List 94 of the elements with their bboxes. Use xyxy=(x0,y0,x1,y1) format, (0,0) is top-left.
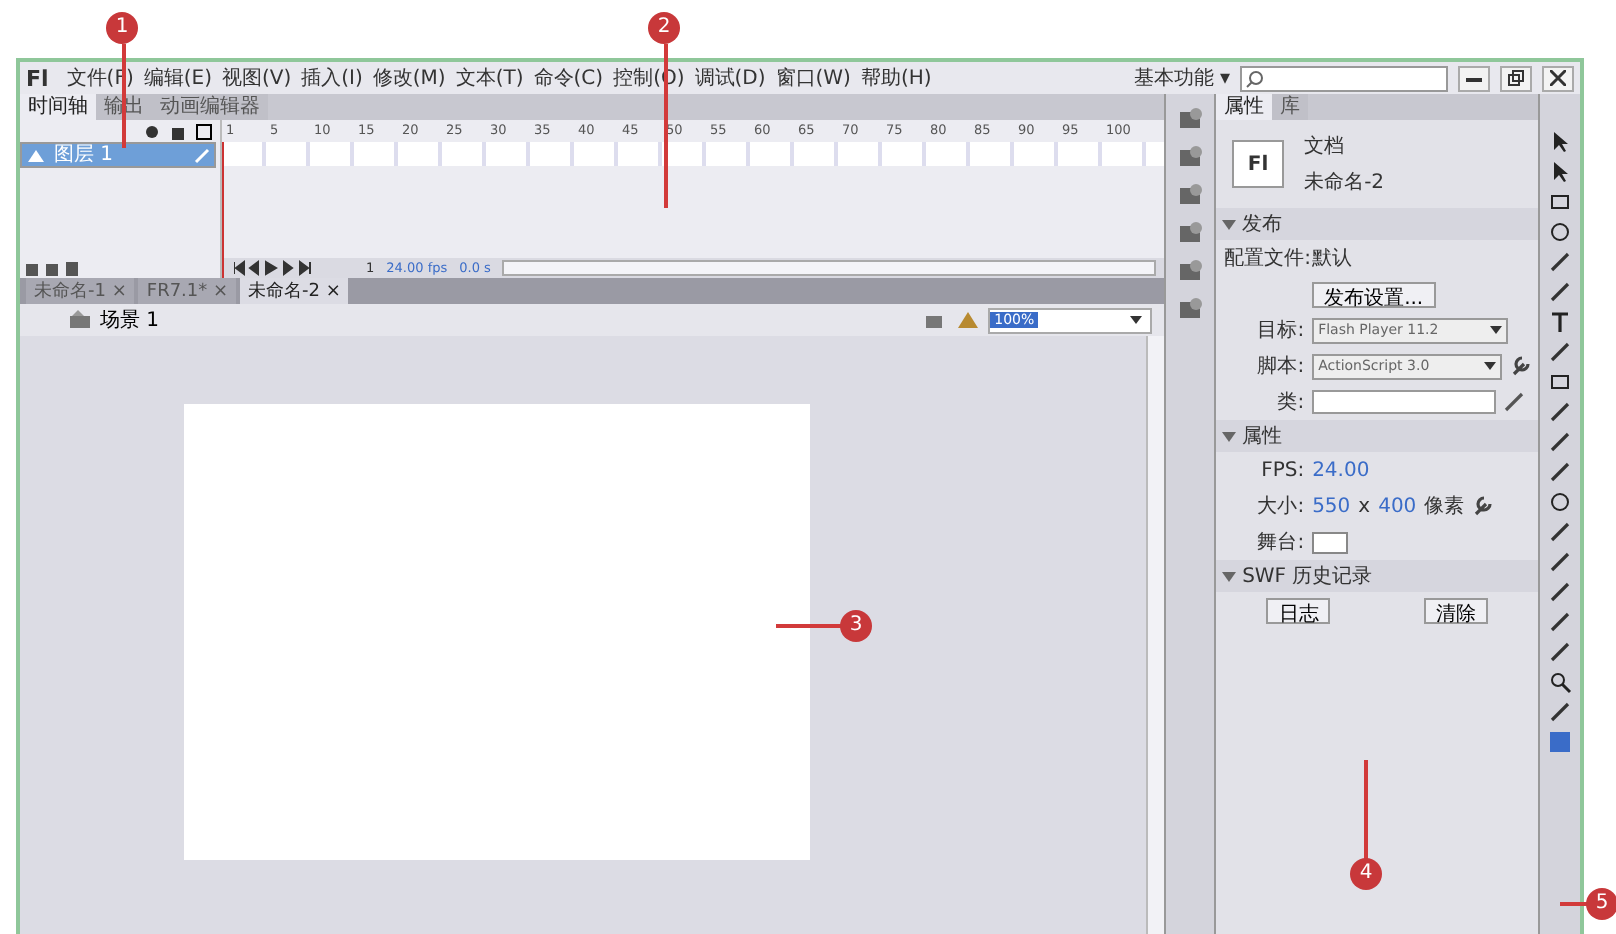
log-button[interactable]: 日志 xyxy=(1266,597,1331,623)
publish-settings-button[interactable]: 发布设置... xyxy=(1312,281,1436,307)
minimize-button[interactable] xyxy=(1458,65,1490,91)
wrench-icon[interactable] xyxy=(1472,496,1493,516)
field-label: 舞台: xyxy=(1255,529,1305,556)
section-header[interactable]: 属性 xyxy=(1216,420,1539,452)
document-name: 未命名-2 xyxy=(1304,169,1385,196)
section-header[interactable]: SWF 历史记录 xyxy=(1216,560,1539,592)
field-label: 配置文件: xyxy=(1224,245,1305,272)
leader-line xyxy=(1364,760,1368,860)
fps-value[interactable]: 24.00 xyxy=(1312,459,1370,481)
text-tool-icon[interactable] xyxy=(1548,310,1573,334)
drawing-tool-icon[interactable] xyxy=(1548,460,1573,484)
restore-icon xyxy=(1508,70,1524,86)
callout-number: 2 xyxy=(648,12,680,44)
panel-tab[interactable]: 时间轴 xyxy=(20,94,96,120)
menu-item[interactable]: 视图(V) xyxy=(221,64,292,92)
search-icon xyxy=(1246,69,1264,87)
oval-tool-icon[interactable] xyxy=(1548,220,1573,244)
field-label: 类: xyxy=(1275,389,1305,416)
zoom-tool-icon[interactable] xyxy=(1548,670,1573,694)
leader-line xyxy=(776,624,842,628)
restore-button[interactable] xyxy=(1500,65,1532,91)
drawing-tool-icon[interactable] xyxy=(1548,700,1573,724)
oval-tool-icon[interactable] xyxy=(1548,490,1573,514)
leader-line xyxy=(1560,902,1590,906)
menu-item[interactable]: 调试(D) xyxy=(694,64,766,92)
drawing-tool-icon[interactable] xyxy=(1548,580,1573,604)
layer-options-icon[interactable] xyxy=(144,123,216,139)
menu-item[interactable]: 命令(C) xyxy=(533,64,604,92)
drawing-tool-icon[interactable] xyxy=(1548,640,1573,664)
selection-tool-icon[interactable] xyxy=(1548,160,1573,184)
drawing-tool-icon[interactable] xyxy=(1548,250,1573,274)
leader-line xyxy=(122,44,126,148)
layer-icon xyxy=(26,147,46,163)
drawing-tool-icon[interactable] xyxy=(1548,340,1573,364)
field-label: 目标: xyxy=(1255,317,1305,344)
scene-icon xyxy=(68,310,92,330)
scrollbar[interactable] xyxy=(1146,336,1165,934)
scene-label[interactable]: 场景 1 xyxy=(100,306,160,334)
document-kind: 文档 xyxy=(1304,133,1347,160)
close-button[interactable] xyxy=(1542,65,1574,91)
rectangle-tool-icon[interactable] xyxy=(1548,370,1573,394)
rectangle-tool-icon[interactable] xyxy=(1548,190,1573,214)
profile-value: 默认 xyxy=(1312,246,1353,272)
layer-buttons-icon[interactable] xyxy=(26,260,82,276)
callout-number: 5 xyxy=(1586,888,1616,920)
class-input[interactable] xyxy=(1312,390,1497,414)
app-logo: Fl xyxy=(26,65,49,91)
close-icon xyxy=(1550,70,1566,86)
caret-icon xyxy=(1484,362,1497,370)
frame-track[interactable] xyxy=(222,142,1165,166)
drawing-tool-icon[interactable] xyxy=(1548,610,1573,634)
workspace-dropdown[interactable]: 基本功能 ▾ xyxy=(1133,64,1230,92)
menu-item[interactable]: 帮助(H) xyxy=(860,64,932,92)
callout-number: 1 xyxy=(106,12,138,44)
drawing-tool-icon[interactable] xyxy=(1548,280,1573,304)
chevron-icon xyxy=(1222,219,1237,229)
selection-tool-icon[interactable] xyxy=(1548,130,1573,154)
stage-color-swatch[interactable] xyxy=(1312,531,1349,553)
document-icon: Fl xyxy=(1232,140,1285,188)
panel-tab[interactable]: 属性 xyxy=(1216,94,1273,120)
layer-name: 图层 1 xyxy=(54,143,116,167)
clear-button[interactable]: 清除 xyxy=(1423,597,1488,623)
drawing-tool-icon[interactable] xyxy=(1548,400,1573,424)
size-separator: x xyxy=(1358,495,1371,517)
wrench-icon[interactable] xyxy=(1510,356,1531,376)
drawing-tool-icon[interactable] xyxy=(1548,550,1573,574)
menu-item[interactable]: 插入(I) xyxy=(301,64,363,92)
pencil-icon xyxy=(194,147,210,163)
caret-icon xyxy=(1490,326,1503,334)
scrollbar[interactable] xyxy=(502,260,1157,276)
caret-icon xyxy=(1130,316,1147,324)
chevron-icon xyxy=(1222,571,1237,581)
field-label: FPS: xyxy=(1259,459,1305,481)
unit-label: 像素 xyxy=(1424,493,1465,520)
drawing-tool-icon[interactable] xyxy=(1548,520,1573,544)
field-label: 脚本: xyxy=(1255,353,1305,380)
pencil-icon[interactable] xyxy=(1504,392,1525,412)
chevron-icon xyxy=(1222,431,1237,441)
search-field[interactable] xyxy=(1240,65,1448,91)
menu-item[interactable]: 窗口(W) xyxy=(775,64,851,92)
panel-tab[interactable]: 库 xyxy=(1272,94,1309,120)
panel-tab[interactable]: 动画编辑器 xyxy=(152,94,268,120)
field-label: 大小: xyxy=(1255,493,1305,520)
width-value[interactable]: 550 xyxy=(1312,495,1351,517)
fill-color-icon[interactable] xyxy=(1548,730,1573,754)
document-tab[interactable]: 未命名-2 × xyxy=(240,278,349,304)
menu-item[interactable]: 文本(T) xyxy=(455,64,524,92)
menu-item[interactable]: 编辑(E) xyxy=(143,64,212,92)
section-header[interactable]: 发布 xyxy=(1216,208,1539,240)
drawing-tool-icon[interactable] xyxy=(1548,430,1573,454)
menu-item[interactable]: 修改(M) xyxy=(372,64,446,92)
height-value[interactable]: 400 xyxy=(1378,495,1417,517)
